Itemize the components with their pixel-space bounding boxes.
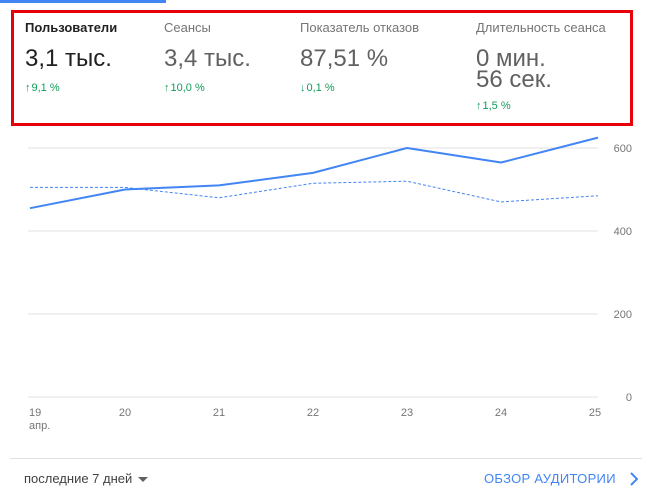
y-tick-label: 0 [626,392,632,404]
arrow-up-icon: ↑ [164,82,170,94]
users-line-chart: 600 400 200 0 19 20 21 22 23 24 25 апр. [0,130,655,440]
x-tick-label: 22 [307,407,319,419]
arrow-down-icon: ↓ [300,82,306,94]
metric-change: ↓ 0,1 % [300,82,335,94]
metric-label: Длительность сеанса [476,20,606,35]
audience-overview-link[interactable]: ОБЗОР АУДИТОРИИ [484,471,638,486]
y-tick-label: 600 [614,143,632,155]
x-tick-label: 24 [495,407,507,419]
x-tick-label: 23 [401,407,413,419]
x-tick-label: 25 [589,407,601,419]
active-tab-indicator [0,0,166,3]
metric-value: 3,1 тыс. [25,45,112,72]
metric-label: Показатель отказов [300,20,420,35]
metric-change: ↑ 10,0 % [164,82,205,94]
caret-down-icon [138,476,149,482]
y-tick-label: 400 [614,226,632,238]
x-tick-label: 21 [213,407,225,419]
metrics-summary: Пользователи 3,1 тыс. ↑ 9,1 % Сеансы 3,4… [11,10,633,126]
metric-change-value: 0,1 % [306,82,335,94]
arrow-up-icon: ↑ [476,100,482,112]
arrow-up-icon: ↑ [25,82,31,94]
date-range-label: последние 7 дней [24,471,133,486]
footer-divider [10,458,642,459]
x-tick-sublabel: апр. [29,420,50,432]
metric-change-value: 1,5 % [482,100,511,112]
metric-change: ↑ 1,5 % [476,100,511,112]
chart-svg: 600 400 200 0 19 20 21 22 23 24 25 апр. [28,136,632,432]
chevron-right-icon [630,471,638,486]
metric-change-value: 10,0 % [170,82,205,94]
audience-overview-label: ОБЗОР АУДИТОРИИ [484,471,616,486]
metric-value-line2: 56 сек. [476,66,552,93]
x-tick-label: 20 [119,407,131,419]
x-tick-label: 19 [29,407,41,419]
date-range-dropdown[interactable]: последние 7 дней [24,471,149,486]
y-tick-label: 200 [614,309,632,321]
metric-label: Пользователи [25,20,118,35]
metric-change: ↑ 9,1 % [25,82,60,94]
metric-change-value: 9,1 % [31,82,60,94]
metric-label: Сеансы [164,20,211,35]
metric-value: 87,51 % [300,45,389,72]
metric-value: 3,4 тыс. [164,45,251,72]
